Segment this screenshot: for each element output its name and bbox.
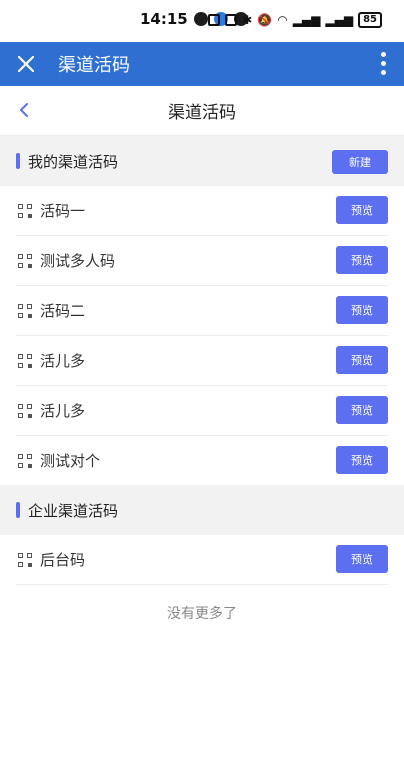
list-item[interactable]: 测试多人码 预览 bbox=[16, 236, 388, 286]
list-item[interactable]: 活码一 预览 bbox=[16, 186, 388, 236]
more-dot-icon bbox=[380, 61, 386, 66]
preview-button[interactable]: 预览 bbox=[336, 246, 388, 274]
qr-code-icon bbox=[18, 353, 32, 368]
item-label: 后台码 bbox=[40, 551, 86, 569]
qr-code-icon bbox=[18, 303, 32, 318]
mute-icon: 🔕 bbox=[257, 13, 273, 27]
nfc-icon bbox=[208, 14, 221, 26]
more-options-button[interactable] bbox=[380, 52, 386, 75]
preview-button[interactable]: 预览 bbox=[336, 446, 388, 474]
section-my-channel-codes: 我的渠道活码 新建 bbox=[0, 136, 404, 186]
list-item[interactable]: 活儿多 预览 bbox=[16, 386, 388, 436]
chat-notification-icon bbox=[193, 12, 208, 26]
enterprise-code-list: 后台码 预览 bbox=[0, 535, 404, 585]
signal2-icon: ▂▄▆ bbox=[325, 13, 354, 27]
item-label: 活码二 bbox=[40, 302, 86, 320]
more-dot-icon bbox=[380, 70, 386, 75]
new-button[interactable]: 新建 bbox=[332, 150, 388, 174]
close-icon bbox=[17, 55, 35, 73]
qr-code-icon bbox=[18, 453, 32, 468]
item-label: 测试多人码 bbox=[40, 252, 116, 270]
wifi-icon: ◠ bbox=[277, 13, 288, 27]
app-bar-title: 渠道活码 bbox=[58, 55, 130, 76]
status-time: 14:15 bbox=[140, 10, 188, 28]
qr-code-icon bbox=[18, 253, 32, 268]
more-dot-icon bbox=[380, 52, 386, 57]
section-accent-bar bbox=[16, 502, 20, 518]
preview-button[interactable]: 预览 bbox=[336, 196, 388, 224]
section-title: 企业渠道活码 bbox=[28, 501, 119, 520]
preview-button[interactable]: 预览 bbox=[336, 396, 388, 424]
list-item[interactable]: 活儿多 预览 bbox=[16, 336, 388, 386]
preview-button[interactable]: 预览 bbox=[336, 346, 388, 374]
item-label: 测试对个 bbox=[40, 452, 101, 470]
qr-code-icon bbox=[18, 552, 32, 567]
qr-code-icon bbox=[18, 403, 32, 418]
section-enterprise-channel-codes: 企业渠道活码 bbox=[0, 485, 404, 535]
status-right: ✱ 🔕 ◠ ▂▄▆ ▂▄▆ 85 bbox=[208, 12, 382, 28]
item-label: 活儿多 bbox=[40, 352, 86, 370]
no-more-text: 没有更多了 bbox=[167, 606, 237, 622]
list-item[interactable]: 后台码 预览 bbox=[16, 535, 388, 585]
status-bar: 14:15 ✱ 🔕 ◠ ▂▄▆ ▂▄▆ 85 bbox=[0, 0, 404, 42]
preview-button[interactable]: 预览 bbox=[336, 545, 388, 573]
signal-icon: ▂▄▆ bbox=[292, 13, 321, 27]
item-label: 活码一 bbox=[40, 202, 86, 220]
qr-code-icon bbox=[18, 203, 32, 218]
section-title: 我的渠道活码 bbox=[28, 152, 119, 171]
bluetooth-icon: ✱ bbox=[242, 13, 253, 27]
list-item[interactable]: 活码二 预览 bbox=[16, 286, 388, 336]
list-item[interactable]: 测试对个 预览 bbox=[16, 436, 388, 485]
item-label: 活儿多 bbox=[40, 402, 86, 420]
section-accent-bar bbox=[16, 153, 20, 169]
back-button[interactable] bbox=[12, 98, 36, 122]
page-header: 渠道活码 bbox=[0, 86, 404, 136]
chevron-left-icon bbox=[20, 103, 28, 117]
app-bar: 渠道活码 bbox=[0, 42, 404, 86]
close-button[interactable] bbox=[4, 55, 48, 73]
vibrate-icon bbox=[225, 14, 238, 26]
page-title: 渠道活码 bbox=[168, 103, 236, 123]
preview-button[interactable]: 预览 bbox=[336, 296, 388, 324]
battery-icon: 85 bbox=[358, 12, 382, 28]
my-code-list: 活码一 预览 测试多人码 预览 活码二 预览 活儿多 预览 活儿多 预览 测试对… bbox=[0, 186, 404, 485]
